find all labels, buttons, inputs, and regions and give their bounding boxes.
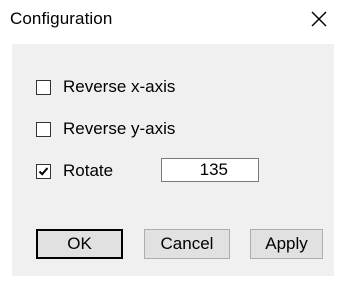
dialog-title: Configuration — [10, 9, 113, 28]
apply-button[interactable]: Apply — [250, 229, 323, 259]
rotate-checkbox[interactable] — [36, 163, 51, 179]
ok-button[interactable]: OK — [36, 229, 123, 259]
cancel-button[interactable]: Cancel — [144, 229, 230, 259]
reverse-y-checkbox[interactable] — [36, 121, 51, 137]
reverse-x-option[interactable]: Reverse x-axis — [36, 76, 175, 98]
dialog-client-area: Reverse x-axis Reverse y-axis Rotate OK … — [12, 44, 334, 276]
close-icon[interactable] — [310, 10, 328, 28]
title-bar: Configuration — [0, 0, 346, 40]
rotate-angle-input[interactable] — [161, 158, 259, 182]
rotate-option[interactable]: Rotate — [36, 160, 113, 182]
reverse-x-label[interactable]: Reverse x-axis — [63, 77, 175, 97]
reverse-x-checkbox[interactable] — [36, 79, 51, 95]
checkmark-icon — [38, 166, 49, 176]
rotate-label[interactable]: Rotate — [63, 161, 113, 181]
reverse-y-label[interactable]: Reverse y-axis — [63, 119, 175, 139]
reverse-y-option[interactable]: Reverse y-axis — [36, 118, 175, 140]
configuration-dialog: Configuration Reverse x-axis Reverse y-a… — [0, 0, 346, 284]
